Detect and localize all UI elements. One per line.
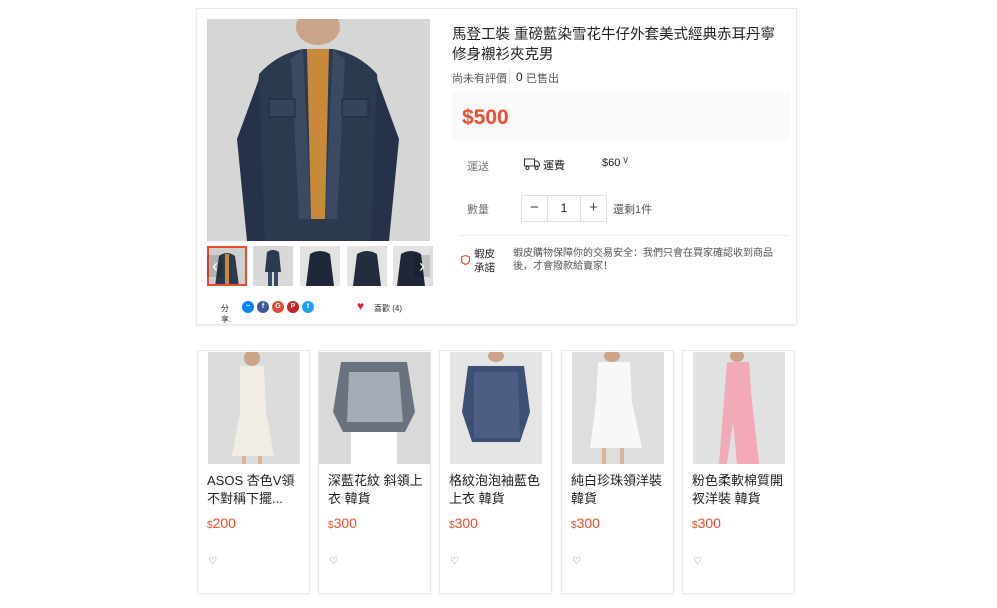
- product-name: 格紋泡泡袖藍色上衣 韓貨: [449, 473, 541, 506]
- product-image[interactable]: [319, 352, 430, 464]
- product-image[interactable]: [572, 352, 664, 464]
- share-label: 分享:: [221, 304, 232, 324]
- pinterest-icon[interactable]: P: [287, 301, 299, 313]
- quantity-input[interactable]: 1: [548, 196, 580, 221]
- product-image[interactable]: [450, 352, 542, 464]
- chevron-right-icon[interactable]: ›: [414, 255, 430, 277]
- thumbnail-4[interactable]: [347, 246, 387, 286]
- sold-count: 0: [516, 70, 523, 84]
- decrease-quantity-button[interactable]: −: [522, 196, 548, 221]
- product-image[interactable]: [693, 352, 785, 464]
- google-plus-icon[interactable]: G: [272, 301, 284, 313]
- shipping-fee[interactable]: $60: [602, 157, 620, 169]
- product-title: 馬登工裝 重磅藍染雪花牛仔外套美式經典赤耳丹寧修身襯衫夾克男: [452, 27, 776, 63]
- thumbnail-2[interactable]: [253, 246, 293, 286]
- divider: [459, 235, 789, 236]
- heart-outline-icon[interactable]: ♡: [572, 556, 581, 567]
- twitter-icon[interactable]: t: [302, 301, 314, 313]
- price-box: $500: [452, 91, 790, 140]
- rating-row: 尚未有評價 0 已售出: [452, 70, 559, 86]
- product-price: $300: [449, 515, 478, 531]
- shipping-method: 運費: [543, 160, 565, 172]
- divider: [509, 70, 510, 84]
- chevron-down-icon[interactable]: ∨: [622, 155, 629, 166]
- related-product-5[interactable]: 粉色柔軟棉質開衩洋裝 韓貨 $300 ♡: [682, 350, 795, 594]
- product-name: 純白珍珠領洋裝 韓貨: [571, 473, 663, 506]
- product-card: ‹ › 分享: ~ f G P t ♥ 喜歡 (4) 馬登工裝 重磅藍染雪花牛仔…: [196, 8, 797, 325]
- related-product-4[interactable]: 純白珍珠領洋裝 韓貨 $300 ♡: [561, 350, 674, 594]
- rating-text[interactable]: 尚未有評價: [452, 73, 507, 85]
- chevron-left-icon[interactable]: ‹: [207, 255, 223, 277]
- heart-outline-icon[interactable]: ♡: [450, 556, 459, 567]
- heart-icon: ♥: [357, 299, 365, 313]
- stock-text: 還剩1件: [613, 204, 653, 216]
- product-price: $300: [328, 515, 357, 531]
- product-price: $200: [207, 515, 236, 531]
- quantity-label: 數量: [467, 204, 489, 216]
- heart-outline-icon[interactable]: ♡: [693, 556, 702, 567]
- like-count: 喜歡 (4): [374, 304, 402, 313]
- related-product-1[interactable]: ASOS 杏色V領不對稱下擺... $200 ♡: [197, 350, 310, 594]
- product-price: $300: [571, 515, 600, 531]
- product-main-image[interactable]: [207, 19, 430, 241]
- sold-label: 已售出: [526, 73, 559, 85]
- product-name: ASOS 杏色V領不對稱下擺...: [207, 473, 295, 506]
- thumbnail-strip: ‹ ›: [207, 246, 433, 288]
- product-name: 粉色柔軟棉質開衩洋裝 韓貨: [692, 473, 784, 506]
- related-product-2[interactable]: 深藍花紋 斜領上衣 韓貨 $300 ♡: [318, 350, 431, 594]
- shield-icon: [461, 255, 470, 265]
- thumbnail-3[interactable]: [300, 246, 340, 286]
- product-image[interactable]: [208, 352, 300, 464]
- increase-quantity-button[interactable]: +: [580, 196, 606, 221]
- product-price: $500: [462, 106, 509, 129]
- product-name: 深藍花紋 斜領上衣 韓貨: [328, 473, 423, 506]
- heart-outline-icon[interactable]: ♡: [329, 556, 338, 567]
- guarantee-text: 蝦皮購物保障你的交易安全：我們只會在買家確認收到商品後，才會撥款給賣家！: [513, 248, 773, 272]
- product-price: $300: [692, 515, 721, 531]
- related-product-3[interactable]: 格紋泡泡袖藍色上衣 韓貨 $300 ♡: [439, 350, 552, 594]
- truck-icon: [524, 158, 540, 170]
- facebook-icon[interactable]: f: [257, 301, 269, 313]
- quantity-stepper: − 1 +: [521, 195, 607, 222]
- shipping-label: 運送: [467, 161, 489, 173]
- heart-outline-icon[interactable]: ♡: [208, 556, 217, 567]
- guarantee-title: 蝦皮承諾: [474, 248, 495, 274]
- messenger-icon[interactable]: ~: [242, 301, 254, 313]
